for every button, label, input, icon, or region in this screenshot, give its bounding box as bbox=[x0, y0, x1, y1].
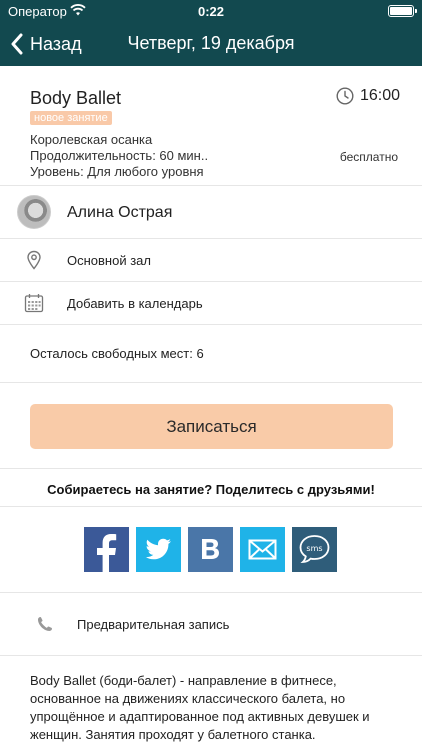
phone-icon bbox=[38, 617, 52, 631]
facebook-icon bbox=[97, 534, 117, 572]
class-subtitle: Королевская осанка bbox=[30, 132, 153, 147]
prebook-row[interactable]: Предварительная запись bbox=[0, 593, 422, 656]
trainer-avatar bbox=[17, 195, 51, 229]
vk-icon bbox=[202, 539, 219, 559]
share-vk-button[interactable] bbox=[188, 527, 233, 572]
share-twitter-button[interactable] bbox=[136, 527, 181, 572]
signup-button[interactable]: Записаться bbox=[30, 404, 393, 449]
signup-row: Записаться bbox=[0, 383, 422, 469]
location-pin-icon bbox=[27, 250, 41, 270]
class-info: Body Ballet новое занятие 16:00 Королевс… bbox=[0, 66, 422, 186]
add-to-calendar-row[interactable]: Добавить в календарь bbox=[0, 282, 422, 325]
share-title: Собираетесь на занятие? Поделитесь с дру… bbox=[47, 482, 375, 497]
new-class-badge: новое занятие bbox=[30, 111, 112, 125]
battery-icon bbox=[388, 5, 417, 17]
calendar-icon bbox=[24, 294, 44, 313]
app-header: Оператор 0:22 Назад Четверг, 19 декабря bbox=[0, 0, 422, 66]
share-buttons: sms bbox=[0, 507, 422, 593]
status-time: 0:22 bbox=[197, 4, 225, 19]
trainer-name: Алина Острая bbox=[67, 204, 173, 221]
class-level: Уровень: Для любого уровня bbox=[30, 164, 204, 179]
sms-text: sms bbox=[306, 544, 322, 553]
calendar-label: Добавить в календарь bbox=[67, 296, 203, 311]
nav-bar: Назад Четверг, 19 декабря bbox=[0, 22, 422, 66]
mail-icon bbox=[248, 539, 277, 560]
sms-icon: sms bbox=[299, 535, 330, 563]
class-description: Body Ballet (боди-балет) - направление в… bbox=[30, 673, 370, 742]
twitter-icon bbox=[145, 538, 171, 560]
free-seats-label: Осталось свободных мест: 6 bbox=[30, 346, 204, 361]
class-duration: Продолжительность: 60 мин.. bbox=[30, 148, 209, 163]
prebook-label: Предварительная запись bbox=[77, 617, 230, 632]
status-bar: Оператор 0:22 bbox=[0, 0, 422, 22]
hall-row: Основной зал bbox=[0, 239, 422, 282]
class-name: Body Ballet bbox=[30, 88, 122, 108]
share-header: Собираетесь на занятие? Поделитесь с дру… bbox=[0, 469, 422, 507]
share-sms-button[interactable]: sms bbox=[292, 527, 337, 572]
share-email-button[interactable] bbox=[240, 527, 285, 572]
trainer-row[interactable]: Алина Острая bbox=[0, 187, 422, 239]
clock-icon bbox=[336, 87, 354, 105]
page-title: Четверг, 19 декабря bbox=[127, 33, 295, 53]
seats-row: Осталось свободных мест: 6 bbox=[0, 325, 422, 383]
class-price: бесплатно bbox=[339, 150, 398, 164]
share-facebook-button[interactable] bbox=[84, 527, 129, 572]
class-start-time: 16:00 bbox=[360, 87, 401, 104]
hall-label: Основной зал bbox=[67, 253, 151, 268]
